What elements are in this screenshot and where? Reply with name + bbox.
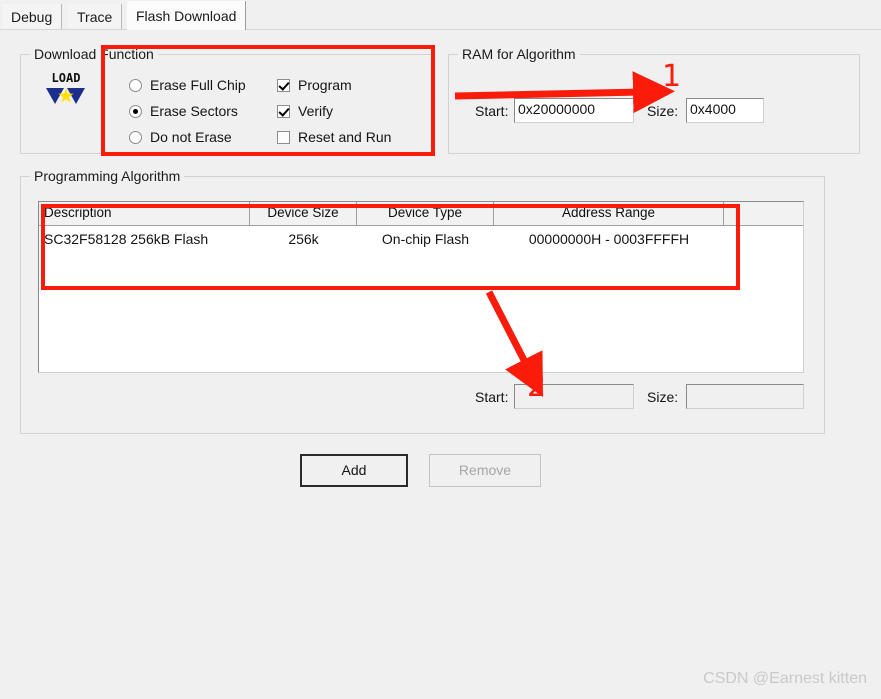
ram-size-input[interactable]: 0x4000 [686, 98, 764, 123]
radio-erase-full-chip[interactable]: Erase Full Chip [129, 77, 246, 93]
column-header-device-size[interactable]: Device Size [250, 202, 357, 225]
programming-algorithm-table[interactable]: Description Device Size Device Type Addr… [38, 201, 804, 373]
programming-algorithm-group: Programming Algorithm Description Device… [20, 168, 825, 434]
ram-start-label: Start: [475, 103, 509, 119]
table-row[interactable]: SC32F58128 256kB Flash 256k On-chip Flas… [39, 226, 803, 253]
ram-for-algorithm-legend: RAM for Algorithm [458, 46, 580, 62]
radio-erase-full-chip-indicator[interactable] [129, 78, 142, 92]
cell-address-range: 00000000H - 0003FFFFH [528, 231, 690, 247]
download-function-group: Download Function LOAD Erase Full Chip E… [20, 46, 435, 154]
column-header-address-range[interactable]: Address Range [494, 202, 724, 225]
annotation-label-2: 2 [527, 369, 547, 404]
radio-erase-sectors-indicator[interactable] [129, 104, 142, 118]
column-header-description[interactable]: Description [39, 202, 250, 225]
checkbox-reset-and-run-label: Reset and Run [298, 129, 392, 145]
column-header-device-type[interactable]: Device Type [357, 202, 494, 225]
checkbox-program[interactable]: Program [277, 77, 352, 93]
checkbox-reset-and-run[interactable]: Reset and Run [277, 129, 391, 145]
programming-algorithm-legend: Programming Algorithm [30, 168, 185, 184]
ram-size-label: Size: [647, 103, 679, 119]
tab-trace[interactable]: Trace [68, 4, 123, 29]
tab-debug[interactable]: Debug [2, 4, 63, 29]
remove-button: Remove [429, 454, 541, 487]
radio-do-not-erase-label: Do not Erase [150, 129, 232, 145]
checkbox-reset-and-run-indicator[interactable] [277, 130, 290, 144]
radio-erase-sectors[interactable]: Erase Sectors [129, 103, 238, 119]
checkbox-program-indicator[interactable] [277, 78, 290, 92]
checkbox-verify[interactable]: Verify [277, 103, 333, 119]
tab-flash-download[interactable]: Flash Download [127, 1, 247, 30]
algorithm-size-label: Size: [647, 389, 679, 405]
cell-device-type: On-chip Flash [381, 231, 470, 247]
algorithm-size-input[interactable] [686, 384, 804, 409]
checkbox-verify-label: Verify [298, 103, 334, 119]
watermark: CSDN @Earnest kitten [703, 670, 867, 687]
radio-do-not-erase[interactable]: Do not Erase [129, 129, 232, 145]
load-icon-arrow-left [46, 88, 64, 104]
checkbox-verify-indicator[interactable] [277, 104, 290, 118]
cell-extra [724, 226, 803, 253]
cell-description: SC32F58128 256kB Flash [44, 231, 209, 247]
load-icon-label: LOAD [51, 71, 81, 85]
tab-strip: Debug Trace Flash Download [0, 0, 881, 31]
ram-for-algorithm-group: RAM for Algorithm Start: 0x20000000 Size… [448, 46, 860, 154]
ram-start-input[interactable]: 0x20000000 [514, 98, 634, 123]
annotation-label-1: 1 [662, 59, 682, 94]
radio-do-not-erase-indicator[interactable] [129, 130, 142, 144]
radio-erase-full-chip-label: Erase Full Chip [150, 77, 246, 93]
column-header-extra[interactable] [724, 202, 803, 225]
checkbox-program-label: Program [298, 77, 352, 93]
algorithm-start-label: Start: [475, 389, 509, 405]
radio-erase-sectors-label: Erase Sectors [150, 103, 238, 119]
cell-device-size: 256k [288, 231, 319, 247]
add-button[interactable]: Add [300, 454, 408, 487]
load-icon: LOAD [45, 72, 87, 116]
download-function-legend: Download Function [30, 46, 158, 62]
table-header-row: Description Device Size Device Type Addr… [39, 202, 803, 226]
